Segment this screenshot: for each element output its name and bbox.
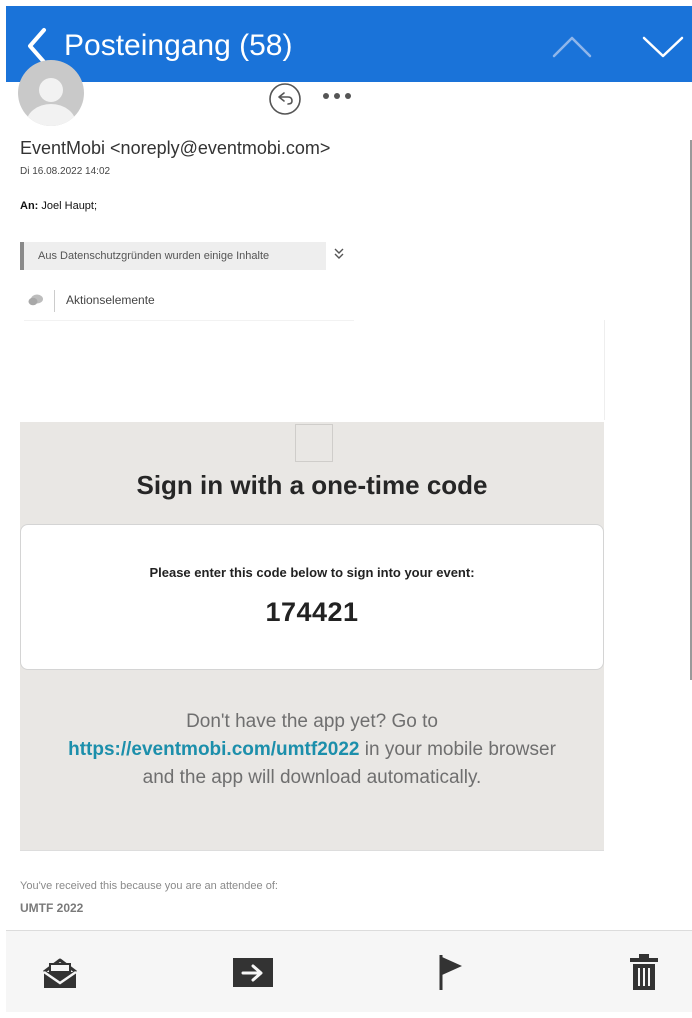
download-instructions: Don't have the app yet? Go to https://ev… (20, 708, 604, 792)
footer-note: You've received this because you are an … (20, 880, 278, 892)
mark-read-button[interactable] (25, 931, 95, 1013)
download-suffix-2: and the app will download automatically. (142, 767, 482, 788)
divider (24, 320, 354, 321)
move-to-folder-icon (233, 958, 273, 987)
separator (54, 290, 55, 312)
navigation-header: Posteingang (58) (6, 6, 692, 82)
dot-icon (334, 93, 340, 99)
dot-icon (323, 93, 329, 99)
code-instruction: Please enter this code below to sign int… (149, 565, 475, 580)
avatar-head-shape (39, 78, 63, 102)
move-message-button[interactable] (218, 931, 288, 1013)
more-options-button[interactable] (322, 82, 358, 108)
logo-image-placeholder (295, 424, 333, 462)
reply-icon (269, 83, 301, 115)
double-chevron-down-icon (334, 248, 344, 259)
next-message-button[interactable] (642, 30, 684, 62)
footer-event-name: UMTF 2022 (20, 901, 84, 915)
mark-read-icon (43, 958, 77, 988)
chevron-up-icon (552, 36, 592, 58)
recipient-name[interactable]: Joel Haupt; (41, 200, 97, 212)
action-bubble-icon (28, 294, 43, 306)
avatar-body-shape (26, 104, 76, 126)
email-heading: Sign in with a one-time code (136, 470, 488, 500)
divider (20, 850, 604, 851)
divider (604, 320, 605, 420)
message-date: Di 16.08.2022 14:02 (20, 166, 111, 177)
trash-icon (630, 954, 658, 990)
download-prefix: Don't have the app yet? Go to (186, 711, 438, 732)
privacy-notice[interactable]: Aus Datenschutzgründen wurden einige Inh… (20, 242, 326, 270)
expand-notice-button[interactable] (334, 248, 344, 263)
actionable-elements-label: Aktionselemente (66, 293, 155, 307)
download-link[interactable]: https://eventmobi.com/umtf2022 (68, 739, 359, 760)
delete-button[interactable] (609, 931, 679, 1013)
download-suffix-1: in your mobile browser (364, 739, 556, 760)
dot-icon (345, 93, 351, 99)
previous-message-button[interactable] (552, 30, 592, 62)
recipient-row: An: Joel Haupt; (20, 200, 97, 212)
one-time-code[interactable]: 174421 (21, 597, 603, 628)
chevron-down-icon (642, 36, 684, 58)
bottom-edge (6, 1012, 692, 1018)
flag-button[interactable] (416, 931, 486, 1013)
reply-button[interactable] (268, 82, 302, 116)
folder-title: Posteingang (58) (64, 29, 293, 62)
code-card: Please enter this code below to sign int… (20, 524, 604, 670)
sender-avatar (18, 60, 84, 126)
bottom-toolbar (6, 930, 692, 1013)
flag-icon (439, 955, 462, 990)
sender-address[interactable]: EventMobi <noreply@eventmobi.com> (20, 138, 330, 159)
recipient-label: An: (20, 200, 39, 212)
